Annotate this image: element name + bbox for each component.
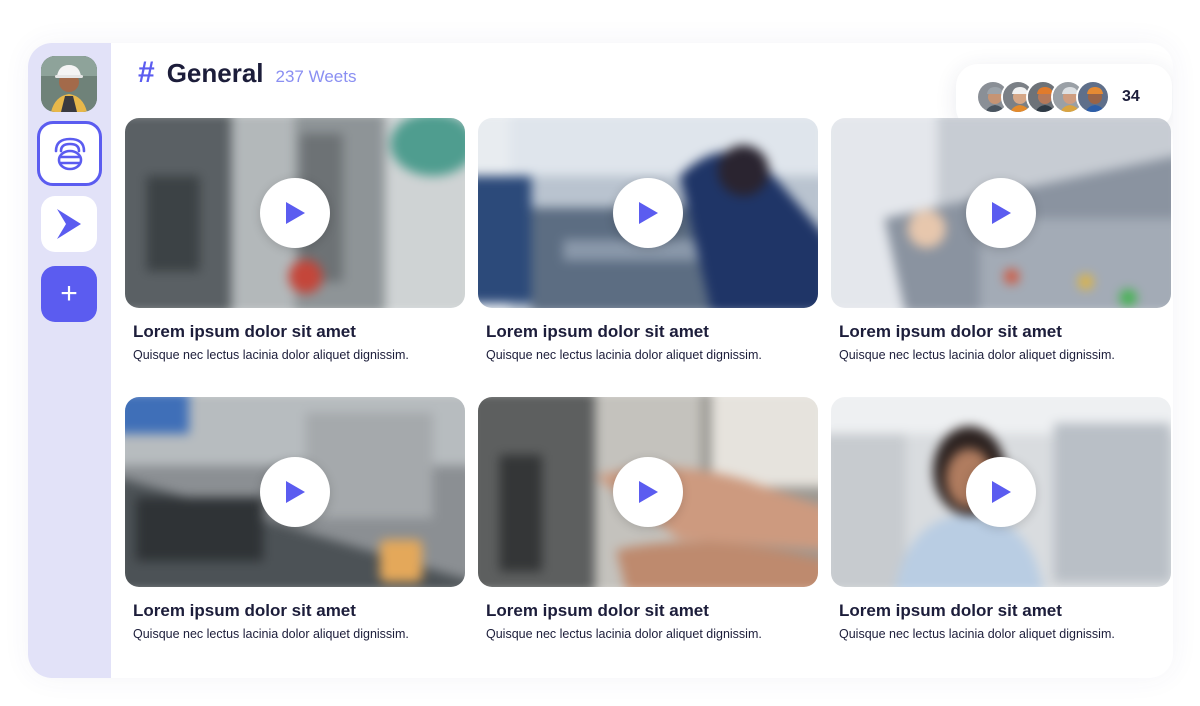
channel-header: # General 237 Weets — [138, 56, 356, 92]
video-thumbnail[interactable] — [478, 397, 818, 587]
plus-icon: + — [60, 277, 78, 310]
video-title: Lorem ipsum dolor sit amet — [133, 322, 356, 341]
video-description: Quisque nec lectus lacinia dolor aliquet… — [133, 627, 409, 641]
user-avatar-image — [41, 56, 97, 112]
video-title: Lorem ipsum dolor sit amet — [839, 601, 1062, 620]
play-icon — [992, 481, 1011, 503]
video-card[interactable]: Lorem ipsum dolor sit amet Quisque nec l… — [831, 397, 1171, 641]
member-avatars — [976, 80, 1110, 114]
video-thumbnail[interactable] — [125, 397, 465, 587]
hash-icon: # — [138, 56, 155, 89]
app-window: + # General 237 Weets 34 Lorem ipsum dol… — [28, 43, 1173, 678]
play-button[interactable] — [260, 178, 330, 248]
weets-count: 237 Weets — [275, 67, 357, 86]
video-card[interactable]: Lorem ipsum dolor sit amet Quisque nec l… — [125, 118, 465, 362]
video-card[interactable]: Lorem ipsum dolor sit amet Quisque nec l… — [831, 118, 1171, 362]
play-button[interactable] — [260, 457, 330, 527]
video-description: Quisque nec lectus lacinia dolor aliquet… — [133, 348, 409, 362]
play-icon — [286, 481, 305, 503]
video-title: Lorem ipsum dolor sit amet — [486, 601, 709, 620]
play-icon — [639, 202, 658, 224]
member-count: 34 — [1122, 88, 1140, 105]
video-thumbnail[interactable] — [478, 118, 818, 308]
play-button[interactable] — [966, 457, 1036, 527]
video-description: Quisque nec lectus lacinia dolor aliquet… — [486, 348, 762, 362]
play-button[interactable] — [966, 178, 1036, 248]
play-logo-icon — [57, 209, 81, 239]
play-icon — [286, 202, 305, 224]
video-title: Lorem ipsum dolor sit amet — [839, 322, 1062, 341]
play-icon — [639, 481, 658, 503]
video-description: Quisque nec lectus lacinia dolor aliquet… — [839, 348, 1115, 362]
play-app-button[interactable] — [41, 196, 97, 252]
play-icon — [992, 202, 1011, 224]
video-thumbnail[interactable] — [831, 397, 1171, 587]
video-card[interactable]: Lorem ipsum dolor sit amet Quisque nec l… — [478, 397, 818, 641]
play-button[interactable] — [613, 178, 683, 248]
play-button[interactable] — [613, 457, 683, 527]
video-thumbnail[interactable] — [831, 118, 1171, 308]
user-avatar[interactable] — [41, 56, 97, 112]
sidebar: + — [28, 43, 111, 678]
member-avatar — [1076, 80, 1110, 114]
video-description: Quisque nec lectus lacinia dolor aliquet… — [839, 627, 1115, 641]
video-description: Quisque nec lectus lacinia dolor aliquet… — [486, 627, 762, 641]
channel-title: General — [166, 58, 264, 88]
video-card[interactable]: Lorem ipsum dolor sit amet Quisque nec l… — [478, 118, 818, 362]
video-thumbnail[interactable] — [125, 118, 465, 308]
add-workspace-button[interactable]: + — [41, 266, 97, 322]
hive-workspace-button[interactable] — [37, 121, 102, 186]
video-card[interactable]: Lorem ipsum dolor sit amet Quisque nec l… — [125, 397, 465, 641]
video-title: Lorem ipsum dolor sit amet — [133, 601, 356, 620]
hive-logo-icon — [54, 137, 85, 170]
video-title: Lorem ipsum dolor sit amet — [486, 322, 709, 341]
